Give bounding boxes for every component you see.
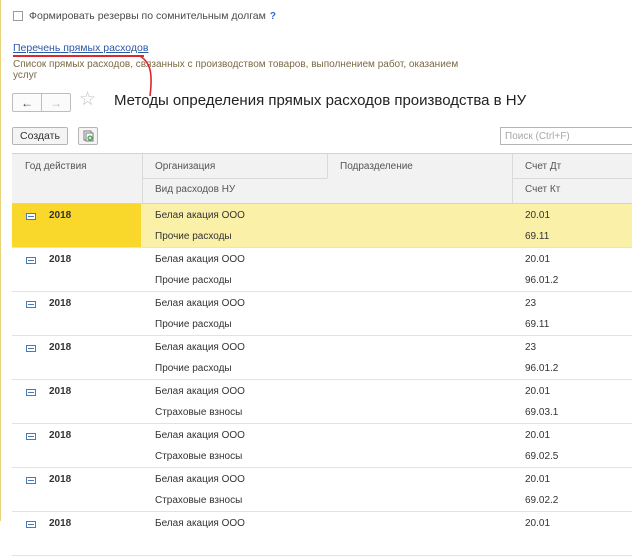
organization-value: Белая акация ООО bbox=[155, 342, 245, 353]
year-value: 2018 bbox=[49, 518, 72, 529]
expense-type-value: Страховые взносы bbox=[155, 495, 243, 506]
settings-fragment: Формировать резервы по сомнительным долг… bbox=[0, 0, 632, 90]
record-icon bbox=[26, 433, 36, 440]
year-value: 2018 bbox=[49, 298, 72, 309]
debit-account-value: 23 bbox=[525, 342, 537, 353]
table-body: 2018 Белая акация ООО Прочие расходы 20.… bbox=[12, 204, 632, 556]
table-row[interactable]: 2018 Белая акация ООО Прочие расходы 23 … bbox=[12, 292, 632, 336]
credit-account-value: 96.01.2 bbox=[525, 363, 559, 374]
organization-value: Белая акация ООО bbox=[155, 298, 245, 309]
table-row[interactable]: 2018 Белая акация ООО Прочие расходы 20.… bbox=[12, 248, 632, 292]
year-value: 2018 bbox=[49, 474, 72, 485]
window-left-border bbox=[0, 0, 1, 521]
header-organization[interactable]: Организация bbox=[155, 161, 215, 172]
link-description: Список прямых расходов, связанных с прои… bbox=[13, 59, 459, 81]
debit-account-value: 20.01 bbox=[525, 254, 551, 265]
expense-type-value: Страховые взносы bbox=[155, 451, 243, 462]
header-divider bbox=[327, 154, 328, 178]
table-header: Год действия Организация Вид расходов НУ… bbox=[12, 153, 632, 204]
reserve-option[interactable]: Формировать резервы по сомнительным долг… bbox=[13, 9, 276, 23]
create-button[interactable]: Создать bbox=[12, 127, 68, 145]
header-divider bbox=[512, 178, 632, 179]
debit-account-value: 20.01 bbox=[525, 430, 551, 441]
organization-value: Белая акация ООО bbox=[155, 210, 245, 221]
reserve-checkbox[interactable] bbox=[13, 11, 23, 21]
credit-account-value: 69.02.5 bbox=[525, 451, 559, 462]
debit-account-value: 20.01 bbox=[525, 210, 551, 221]
expense-type-value: Прочие расходы bbox=[155, 319, 232, 330]
organization-value: Белая акация ООО bbox=[155, 474, 245, 485]
credit-account-value: 69.03.1 bbox=[525, 407, 559, 418]
expense-type-value: Прочие расходы bbox=[155, 275, 232, 286]
record-icon bbox=[26, 345, 36, 352]
record-icon bbox=[26, 521, 36, 528]
link-annotation-underline bbox=[13, 55, 144, 57]
header-debit-account[interactable]: Счет Дт bbox=[525, 161, 561, 172]
form-window: ← → ☆ Методы определения прямых расходов… bbox=[0, 84, 632, 556]
expense-type-value: Страховые взносы bbox=[155, 407, 243, 418]
data-table: Год действия Организация Вид расходов НУ… bbox=[12, 153, 632, 556]
year-cell bbox=[12, 204, 141, 247]
table-row[interactable]: 2018 Белая акация ООО Страховые взносы 2… bbox=[12, 468, 632, 512]
expense-type-value: Прочие расходы bbox=[155, 363, 232, 374]
table-row[interactable]: 2018 Белая акация ООО Страховые взносы 2… bbox=[12, 380, 632, 424]
record-icon bbox=[26, 477, 36, 484]
debit-account-value: 20.01 bbox=[525, 386, 551, 397]
copy-icon bbox=[83, 130, 93, 142]
table-row[interactable]: 2018 Белая акация ООО Прочие расходы 20.… bbox=[12, 204, 632, 248]
navigation-buttons: ← → bbox=[12, 93, 71, 112]
credit-account-value: 96.01.2 bbox=[525, 275, 559, 286]
back-arrow-icon[interactable]: ← bbox=[13, 94, 41, 111]
year-value: 2018 bbox=[49, 210, 72, 221]
credit-account-value: 69.11 bbox=[525, 319, 550, 330]
table-row[interactable]: 2018 Белая акация ООО 20.01 bbox=[12, 512, 632, 556]
search-input[interactable] bbox=[500, 127, 632, 145]
year-value: 2018 bbox=[49, 254, 72, 265]
favorite-star-icon[interactable]: ☆ bbox=[79, 90, 96, 110]
expense-type-value: Прочие расходы bbox=[155, 231, 232, 242]
header-credit-account[interactable]: Счет Кт bbox=[525, 184, 560, 195]
reserve-label: Формировать резервы по сомнительным долг… bbox=[29, 10, 266, 22]
year-value: 2018 bbox=[49, 342, 72, 353]
debit-account-value: 20.01 bbox=[525, 518, 551, 529]
organization-value: Белая акация ООО bbox=[155, 386, 245, 397]
record-icon bbox=[26, 213, 36, 220]
header-divider bbox=[142, 178, 327, 179]
record-icon bbox=[26, 257, 36, 264]
forward-arrow-icon[interactable]: → bbox=[42, 94, 70, 111]
debit-account-value: 23 bbox=[525, 298, 537, 309]
copy-button[interactable] bbox=[78, 127, 98, 145]
help-icon[interactable]: ? bbox=[270, 11, 276, 22]
table-row[interactable]: 2018 Белая акация ООО Прочие расходы 23 … bbox=[12, 336, 632, 380]
year-value: 2018 bbox=[49, 430, 72, 441]
organization-value: Белая акация ООО bbox=[155, 518, 245, 529]
form-title: Методы определения прямых расходов произ… bbox=[114, 92, 527, 109]
debit-account-value: 20.01 bbox=[525, 474, 551, 485]
header-expense-type[interactable]: Вид расходов НУ bbox=[155, 184, 235, 195]
organization-value: Белая акация ООО bbox=[155, 254, 245, 265]
organization-value: Белая акация ООО bbox=[155, 430, 245, 441]
credit-account-value: 69.02.2 bbox=[525, 495, 559, 506]
record-icon bbox=[26, 389, 36, 396]
credit-account-value: 69.11 bbox=[525, 231, 550, 242]
header-division[interactable]: Подразделение bbox=[340, 161, 413, 172]
table-row[interactable]: 2018 Белая акация ООО Страховые взносы 2… bbox=[12, 424, 632, 468]
header-year[interactable]: Год действия bbox=[25, 161, 87, 172]
record-icon bbox=[26, 301, 36, 308]
year-value: 2018 bbox=[49, 386, 72, 397]
direct-expenses-link[interactable]: Перечень прямых расходов bbox=[13, 42, 148, 54]
